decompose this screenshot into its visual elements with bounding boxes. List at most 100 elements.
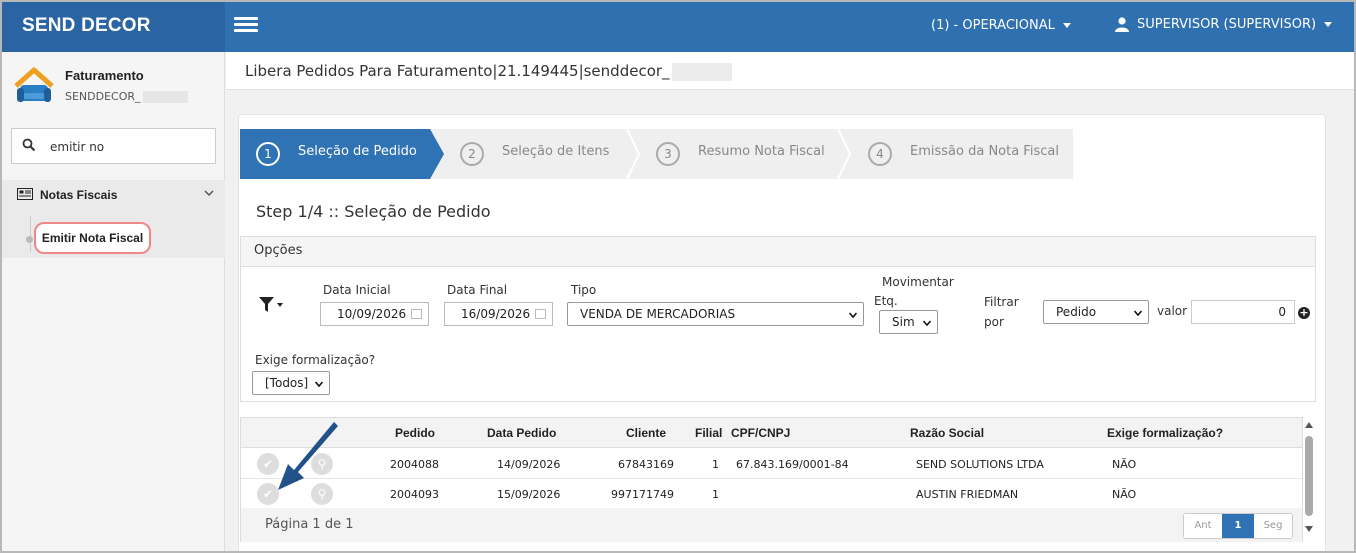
sidebar-item-emitir-nota-fiscal[interactable]: Emitir Nota Fiscal: [34, 222, 151, 254]
cell-razao: SEND SOLUTIONS LTDA: [916, 458, 1044, 471]
page-title: Libera Pedidos Para Faturamento|21.14944…: [226, 52, 1354, 90]
scroll-thumb[interactable]: [1305, 436, 1313, 516]
step-label: Emissão da Nota Fiscal: [910, 144, 1059, 159]
col-razao-social[interactable]: Razão Social: [910, 426, 984, 440]
scroll-down-icon[interactable]: [1305, 526, 1313, 532]
calendar-icon[interactable]: [411, 309, 422, 319]
col-cpf-cnpj[interactable]: CPF/CNPJ: [731, 426, 790, 440]
data-inicial-input[interactable]: 10/09/2026: [320, 302, 429, 326]
tree-line: [30, 216, 31, 252]
col-pedido[interactable]: Pedido: [395, 426, 435, 440]
step-number: 2: [460, 142, 484, 166]
pager-next-button[interactable]: Seg: [1254, 514, 1292, 538]
table-row[interactable]: ✔ ⚲ 2004088 14/09/2026 67843169 1 67.843…: [241, 449, 1302, 479]
user-icon: [1115, 17, 1129, 32]
user-menu[interactable]: SUPERVISOR (SUPERVISOR): [1115, 17, 1333, 32]
step-number: 4: [868, 142, 892, 166]
search-icon[interactable]: ⚲: [311, 483, 333, 505]
filtrar-select[interactable]: Pedido: [1043, 300, 1149, 324]
wizard-step-1[interactable]: 1 Seleção de Pedido: [240, 129, 430, 179]
page-title-text: Libera Pedidos Para Faturamento|21.14944…: [245, 62, 670, 80]
main-content: Libera Pedidos Para Faturamento|21.14944…: [226, 52, 1354, 551]
valor-input[interactable]: 0: [1191, 300, 1295, 324]
cell-pedido: 2004093: [390, 488, 439, 501]
cell-filial: 1: [712, 488, 719, 501]
search-icon: [22, 138, 36, 152]
data-inicial-value: 10/09/2026: [337, 307, 407, 321]
wizard-steps: 1 Seleção de Pedido 2 Seleção de Itens 3…: [240, 129, 1073, 179]
movimentar-select[interactable]: Sim: [879, 310, 938, 334]
table-row[interactable]: ✔ ⚲ 2004093 15/09/2026 997171749 1 AUSTI…: [241, 479, 1302, 509]
step-separator: [837, 129, 851, 179]
data-final-value: 16/09/2026: [461, 307, 531, 321]
top-bar: SEND DECOR (1) - OPERACIONAL SUPERVISOR …: [2, 2, 1354, 52]
data-final-input[interactable]: 16/09/2026: [444, 302, 553, 326]
step-number: 3: [656, 142, 680, 166]
pagination: Ant 1 Seg: [1183, 513, 1293, 539]
movimentar-label: Movimentar: [882, 275, 954, 289]
calendar-icon[interactable]: [535, 309, 546, 319]
col-data-pedido[interactable]: Data Pedido: [487, 426, 556, 440]
check-icon[interactable]: ✔: [257, 453, 279, 475]
col-cliente[interactable]: Cliente: [626, 426, 666, 440]
pager-prev-button[interactable]: Ant: [1184, 514, 1222, 538]
hamburger-menu-icon[interactable]: [234, 17, 258, 33]
tree-dot: [26, 236, 33, 243]
exige-value: [Todos]: [265, 376, 309, 390]
app-window: SEND DECOR (1) - OPERACIONAL SUPERVISOR …: [0, 0, 1356, 553]
cell-data: 14/09/2026: [497, 458, 561, 471]
scroll-up-icon[interactable]: [1305, 422, 1313, 428]
table-scrollbar[interactable]: [1304, 422, 1314, 538]
company-code: SENDDECOR_: [65, 90, 188, 103]
check-icon[interactable]: ✔: [257, 483, 279, 505]
pager-current-page[interactable]: 1: [1222, 514, 1254, 538]
active-step-arrow: [430, 129, 444, 179]
menu-search[interactable]: [11, 128, 216, 164]
plus-circle-icon[interactable]: +: [1298, 307, 1310, 319]
cell-filial: 1: [712, 458, 719, 471]
exige-select[interactable]: [Todos]: [252, 371, 330, 395]
brand-logo[interactable]: SEND DECOR: [2, 2, 225, 52]
search-icon[interactable]: ⚲: [311, 453, 333, 475]
company-code-text: SENDDECOR_: [65, 90, 141, 103]
chevron-down-icon: [204, 190, 214, 197]
wizard-step-2[interactable]: 2 Seleção de Itens: [444, 129, 634, 179]
sidebar-section-notas-fiscais[interactable]: Notas Fiscais: [2, 180, 225, 210]
redacted-block: [142, 91, 188, 103]
step-label: Seleção de Itens: [502, 144, 610, 159]
operation-menu-label: (1) - OPERACIONAL: [931, 18, 1055, 33]
cell-pedido: 2004088: [390, 458, 439, 471]
chevron-down-icon: [315, 381, 323, 388]
movimentar-value: Sim: [892, 315, 915, 329]
cell-data: 15/09/2026: [497, 488, 561, 501]
section-label: Notas Fiscais: [40, 188, 118, 202]
tipo-select[interactable]: VENDA DE MERCADORIAS: [567, 302, 864, 326]
chevron-down-icon: [923, 320, 931, 327]
table-footer: Página 1 de 1 Ant 1 Seg: [241, 508, 1302, 542]
chevron-down-icon: [849, 312, 857, 319]
cell-razao: AUSTIN FRIEDMAN: [916, 488, 1019, 501]
cell-cpf: 67.843.169/0001-84: [736, 458, 849, 471]
wizard-step-3[interactable]: 3 Resumo Nota Fiscal: [640, 129, 830, 179]
step-number: 1: [256, 142, 280, 166]
wizard-step-4[interactable]: 4 Emissão da Nota Fiscal: [852, 129, 1072, 179]
filtrar-label-2: por: [984, 315, 1004, 329]
col-exige-formalizacao[interactable]: Exige formalização?: [1107, 426, 1223, 440]
options-title: Opções: [241, 237, 1315, 267]
filtrar-label: Filtrar: [984, 295, 1019, 309]
operation-menu[interactable]: (1) - OPERACIONAL: [931, 18, 1071, 33]
valor-value: 0: [1278, 305, 1286, 319]
company-block: Faturamento SENDDECOR_: [12, 64, 212, 114]
caret-down-icon: [1324, 22, 1333, 27]
data-final-label: Data Final: [447, 283, 508, 297]
company-name: Faturamento: [65, 68, 144, 83]
cell-cliente: 997171749: [611, 488, 674, 501]
movimentar-label-2: Etq.: [874, 294, 898, 308]
caret-down-icon: [1062, 23, 1071, 28]
col-filial[interactable]: Filial: [695, 426, 722, 440]
search-input[interactable]: [50, 137, 205, 157]
newspaper-icon: [17, 188, 33, 200]
options-panel: Opções Data Inicial 10/09/2026 Data Fina…: [240, 236, 1316, 402]
filter-icon[interactable]: [259, 297, 283, 313]
sidebar: Faturamento SENDDECOR_ Notas Fiscais Emi…: [2, 52, 225, 551]
